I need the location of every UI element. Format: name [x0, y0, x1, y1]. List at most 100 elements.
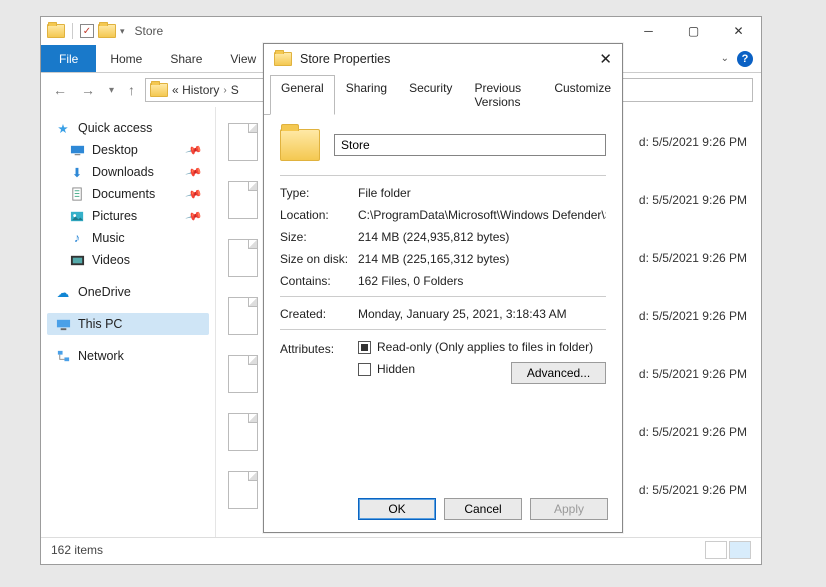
help-icon[interactable]: ?: [737, 51, 753, 67]
file-date: d: 5/5/2021 9:26 PM: [639, 483, 759, 497]
sidebar-item-label: Music: [92, 231, 125, 245]
close-button[interactable]: ✕: [599, 50, 612, 68]
sidebar-item-network[interactable]: Network: [47, 345, 209, 367]
star-icon: ★: [55, 121, 71, 135]
dialog-title-bar: Store Properties ✕: [264, 44, 622, 74]
readonly-checkbox[interactable]: Read-only (Only applies to files in fold…: [358, 340, 606, 354]
back-button[interactable]: ←: [49, 82, 71, 98]
sidebar-item-pictures[interactable]: Pictures 📌: [47, 205, 209, 227]
pin-icon: 📌: [185, 185, 203, 203]
expand-ribbon-icon[interactable]: ⌄: [721, 53, 729, 64]
sidebar-item-onedrive[interactable]: ☁ OneDrive: [47, 281, 209, 303]
ok-button[interactable]: OK: [358, 498, 436, 520]
details-view-button[interactable]: [705, 541, 727, 559]
file-icon: [228, 123, 258, 161]
file-date: d: 5/5/2021 9:26 PM: [639, 193, 759, 207]
qat-dropdown-icon[interactable]: ▾: [120, 26, 125, 37]
tab-share[interactable]: Share: [156, 45, 216, 72]
address-bar[interactable]: « History › S: [145, 78, 275, 102]
tiles-view-button[interactable]: [729, 541, 751, 559]
computer-icon: [55, 317, 71, 331]
recent-dropdown-icon[interactable]: ▾: [105, 85, 118, 96]
cloud-icon: ☁: [55, 285, 71, 299]
tab-general[interactable]: General: [270, 75, 335, 115]
network-icon: [55, 349, 71, 363]
sidebar-item-quick-access[interactable]: ★ Quick access: [47, 117, 209, 139]
desktop-icon: [69, 143, 85, 157]
folder-icon: [280, 129, 320, 161]
file-icon: [228, 413, 258, 451]
tab-home[interactable]: Home: [96, 45, 156, 72]
breadcrumb-segment[interactable]: S: [231, 83, 239, 97]
value-created: Monday, January 25, 2021, 3:18:43 AM: [358, 307, 606, 321]
sidebar-item-this-pc[interactable]: This PC: [47, 313, 209, 335]
window-title: Store: [135, 24, 164, 38]
separator: [280, 329, 606, 330]
label-type: Type:: [280, 186, 358, 200]
item-count: 162 items: [51, 543, 103, 557]
file-icon: [228, 297, 258, 335]
pin-icon: 📌: [185, 163, 203, 181]
status-bar: 162 items: [41, 537, 761, 561]
breadcrumb-chevron-icon[interactable]: ›: [223, 85, 226, 96]
tab-sharing[interactable]: Sharing: [335, 75, 398, 115]
music-icon: ♪: [69, 231, 85, 245]
file-date: d: 5/5/2021 9:26 PM: [639, 135, 759, 149]
minimize-button[interactable]: ─: [626, 17, 671, 45]
value-size-on-disk: 214 MB (225,165,312 bytes): [358, 252, 606, 266]
download-icon: ⬇: [69, 165, 85, 179]
file-date: d: 5/5/2021 9:26 PM: [639, 367, 759, 381]
folder-icon: [274, 52, 292, 66]
tab-previous-versions[interactable]: Previous Versions: [463, 75, 543, 115]
sidebar-item-label: Pictures: [92, 209, 137, 223]
sidebar-item-documents[interactable]: Documents 📌: [47, 183, 209, 205]
file-date: d: 5/5/2021 9:26 PM: [639, 251, 759, 265]
sidebar-item-label: Desktop: [92, 143, 138, 157]
advanced-button[interactable]: Advanced...: [511, 362, 606, 384]
forward-button[interactable]: →: [77, 82, 99, 98]
new-folder-qat-icon[interactable]: [98, 24, 116, 38]
pin-icon: 📌: [185, 207, 203, 225]
file-tab[interactable]: File: [41, 45, 96, 72]
pictures-icon: [69, 209, 85, 223]
breadcrumb-segment[interactable]: History: [182, 83, 219, 97]
up-button[interactable]: ↑: [124, 82, 139, 98]
value-type: File folder: [358, 186, 606, 200]
dialog-buttons: OK Cancel Apply: [358, 498, 608, 520]
folder-icon: [47, 24, 65, 38]
label-attributes: Attributes:: [280, 340, 358, 356]
label-size: Size:: [280, 230, 358, 244]
pin-icon: 📌: [185, 141, 203, 159]
sidebar-item-label: OneDrive: [78, 285, 131, 299]
properties-qat-icon[interactable]: ✓: [80, 24, 94, 38]
sidebar-item-desktop[interactable]: Desktop 📌: [47, 139, 209, 161]
label-created: Created:: [280, 307, 358, 321]
sidebar-item-label: Videos: [92, 253, 130, 267]
tab-customize[interactable]: Customize: [543, 75, 622, 115]
cancel-button[interactable]: Cancel: [444, 498, 522, 520]
hidden-checkbox[interactable]: Hidden: [358, 362, 415, 376]
title-bar: ✓ ▾ Store ─ ▢ ✕: [41, 17, 761, 45]
folder-name-input[interactable]: [334, 134, 606, 156]
maximize-button[interactable]: ▢: [671, 17, 716, 45]
sidebar-item-downloads[interactable]: ⬇ Downloads 📌: [47, 161, 209, 183]
apply-button[interactable]: Apply: [530, 498, 608, 520]
sidebar-item-label: Quick access: [78, 121, 152, 135]
videos-icon: [69, 253, 85, 267]
file-icon: [228, 355, 258, 393]
separator: [72, 23, 73, 39]
document-icon: [69, 187, 85, 201]
file-icon: [228, 239, 258, 277]
sidebar-item-music[interactable]: ♪ Music: [47, 227, 209, 249]
breadcrumb-prefix: «: [172, 83, 179, 97]
file-icon: [228, 181, 258, 219]
value-contains: 162 Files, 0 Folders: [358, 274, 606, 288]
sidebar-item-label: Network: [78, 349, 124, 363]
tab-security[interactable]: Security: [398, 75, 463, 115]
close-button[interactable]: ✕: [716, 17, 761, 45]
dialog-title: Store Properties: [300, 52, 390, 66]
folder-icon: [150, 83, 168, 97]
sidebar-item-videos[interactable]: Videos: [47, 249, 209, 271]
value-size: 214 MB (224,935,812 bytes): [358, 230, 606, 244]
value-location: C:\ProgramData\Microsoft\Windows Defende…: [358, 208, 606, 222]
